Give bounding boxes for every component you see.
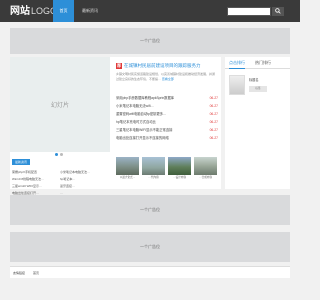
latest-news-tag: 最新资讯 bbox=[12, 159, 31, 165]
search-button[interactable] bbox=[272, 7, 284, 16]
sidebar-card[interactable]: 标题名 标签 bbox=[229, 75, 286, 97]
slide-dot-2[interactable] bbox=[60, 153, 63, 156]
thumbnail-image bbox=[168, 157, 191, 175]
news-title: 重置密码wifi电脑自动tp密钥更多… bbox=[116, 112, 167, 116]
ad-label: 一个广告位 bbox=[140, 207, 160, 212]
sidebar-card-tag: 标签 bbox=[249, 86, 267, 92]
news-title: 三星笔记本电脑WIFI显示不能正常连接 bbox=[116, 128, 173, 132]
ad-banner-middle[interactable]: 一个广告位 bbox=[10, 195, 290, 225]
news-date: 06-27 bbox=[209, 104, 218, 108]
search-box bbox=[227, 7, 271, 24]
thumbnail-card[interactable]: …设计内容 bbox=[168, 157, 191, 180]
news-item[interactable]: 电脑出处连接打开显示不连接的网络 06-27 bbox=[116, 134, 218, 142]
friend-links-label: 友情链接 bbox=[13, 271, 26, 275]
thumbnail-gallery: 以最大化式… …代内容 …设计内容 …合成内容 bbox=[116, 157, 218, 187]
thumbnail-caption: …设计内容 bbox=[173, 176, 186, 179]
news-item[interactable]: 小米笔记本电脑无法wifi… 06-27 bbox=[116, 102, 218, 110]
latest-link[interactable]: 三星win10 WIFI显示… bbox=[12, 183, 57, 190]
ad-banner-top[interactable]: 一个广告位 bbox=[10, 28, 290, 54]
latest-link[interactable]: Win10 8线程电脑无法… bbox=[12, 176, 57, 183]
thumbnail-image bbox=[142, 157, 165, 175]
thumbnail-caption: 以最大化式… bbox=[119, 176, 136, 179]
top-header: 网站LOGO 首页 最新资讯 bbox=[0, 0, 300, 24]
latest-row: 荣耀phpX手机配置 小米笔记本电脑无法… bbox=[12, 169, 110, 176]
ad-banner-bottom[interactable]: 一个广告位 bbox=[10, 232, 290, 262]
sidebar-panel: 点击排行 热门排行 标题名 标签 bbox=[225, 57, 290, 189]
friend-link[interactable]: 首页 bbox=[33, 270, 39, 276]
featured-description: 乡镇文明村民实施道路建设规划，以完善城镇村建设和推动经济发展，并通过建立良好的生… bbox=[116, 72, 217, 82]
thumbnail-card[interactable]: …代内容 bbox=[142, 157, 165, 180]
friend-links-bar: 友情链接 首页 bbox=[10, 266, 290, 278]
thumbnail-image bbox=[116, 157, 139, 175]
news-date: 06-27 bbox=[209, 120, 218, 124]
news-item[interactable]: hp笔记本充电时方式自动比 06-27 bbox=[116, 118, 218, 126]
slideshow[interactable]: 幻灯片 bbox=[10, 57, 110, 156]
logo-main-text: 网站 bbox=[10, 6, 30, 17]
latest-row: Win10 8线程电脑无法… hp笔记本… bbox=[12, 176, 110, 183]
latest-link[interactable]: 蓝牙连接… bbox=[60, 183, 105, 190]
featured-badge: 荐 bbox=[116, 63, 122, 69]
ad-label: 一个广告位 bbox=[140, 38, 160, 43]
latest-row: 三星win10 WIFI显示… 蓝牙连接… bbox=[12, 183, 110, 190]
news-title: 电脑出处连接打开显示不连接的网络 bbox=[116, 136, 169, 140]
sidebar-card-title: 标题名 bbox=[249, 78, 259, 82]
latest-link[interactable]: 小米笔记本电脑无法… bbox=[60, 169, 105, 176]
thumbnail-card[interactable]: 以最大化式… bbox=[116, 157, 139, 180]
news-date: 06-27 bbox=[209, 128, 218, 132]
featured-title[interactable]: 在城镇村民居前建设项目的跟踪服务力 bbox=[124, 62, 219, 69]
sidebar-tabs: 点击排行 热门排行 bbox=[225, 57, 290, 69]
news-title: 采用php手册数据库教程apkSprin数据库 bbox=[116, 96, 175, 100]
news-date: 06-27 bbox=[209, 96, 218, 100]
site-logo[interactable]: 网站LOGO bbox=[10, 4, 57, 19]
thumbnail-card[interactable]: …合成内容 bbox=[194, 157, 217, 180]
slideshow-label: 幻灯片 bbox=[50, 103, 69, 109]
main-panel: 幻灯片 荐 在城镇村民居前建设项目的跟踪服务力 乡镇文明村民实施道路建设规划，以… bbox=[10, 57, 221, 195]
ad-label: 一个广告位 bbox=[140, 244, 160, 249]
news-list: 采用php手册数据库教程apkSprin数据库 06-27 小米笔记本电脑无法wi… bbox=[116, 94, 218, 142]
news-date: 06-27 bbox=[209, 112, 218, 116]
news-date: 06-27 bbox=[209, 136, 218, 140]
search-input[interactable] bbox=[228, 16, 270, 24]
news-title: 小米笔记本电脑无法wifi… bbox=[116, 104, 154, 108]
nav-home[interactable]: 首页 bbox=[53, 0, 74, 22]
latest-link[interactable]: 荣耀phpX手机配置 bbox=[12, 169, 57, 176]
nav-latest-news[interactable]: 最新资讯 bbox=[82, 0, 98, 22]
latest-link[interactable]: hp笔记本… bbox=[60, 176, 105, 183]
search-icon bbox=[275, 8, 281, 14]
sidebar-card-thumbnail bbox=[229, 75, 245, 95]
news-title: hp笔记本充电时方式自动比 bbox=[116, 120, 156, 124]
featured-more-link[interactable]: 查看全部 bbox=[162, 77, 174, 81]
thumbnail-image bbox=[194, 157, 217, 175]
news-item[interactable]: 采用php手册数据库教程apkSprin数据库 06-27 bbox=[116, 94, 218, 102]
tab-click-ranking[interactable]: 点击排行 bbox=[229, 57, 245, 69]
thumbnail-caption: …代内容 bbox=[148, 176, 159, 179]
news-item[interactable]: 三星笔记本电脑WIFI显示不能正常连接 06-27 bbox=[116, 126, 218, 134]
thumbnail-caption: …合成内容 bbox=[199, 176, 212, 179]
tab-hot-ranking[interactable]: 热门排行 bbox=[255, 57, 271, 69]
latest-news-list: 荣耀phpX手机配置 小米笔记本电脑无法… Win10 8线程电脑无法… hp笔记本… bbox=[12, 169, 110, 197]
slide-dot-1[interactable] bbox=[55, 153, 58, 156]
slide-dots bbox=[55, 143, 65, 161]
news-item[interactable]: 重置密码wifi电脑自动tp密钥更多… 06-27 bbox=[116, 110, 218, 118]
